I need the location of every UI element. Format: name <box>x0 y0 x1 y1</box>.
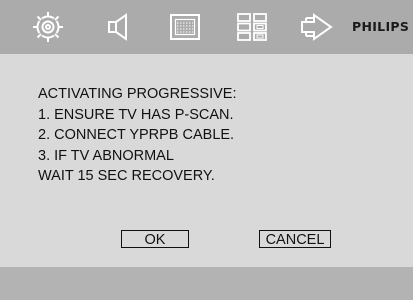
speaker-icon[interactable] <box>102 9 138 45</box>
message-line: 2. CONNECT YPRPB CABLE. <box>38 127 235 143</box>
message-line: ACTIVATING PROGRESSIVE: <box>38 86 237 102</box>
gear-icon[interactable] <box>30 9 66 45</box>
brand-logo: PHILIPS <box>352 19 410 34</box>
display-icon[interactable] <box>167 9 203 45</box>
grid-icon[interactable] <box>234 9 270 45</box>
message-line: 3. IF TV ABNORMAL <box>38 147 174 164</box>
dialog-message: ACTIVATING PROGRESSIVE: 1. ENSURE TV HAS… <box>38 84 236 187</box>
arrow-right-icon[interactable] <box>299 9 335 45</box>
ok-button[interactable]: OK <box>121 230 189 248</box>
osd-screen: PHILIPS ACTIVATING PROGRESSIVE: 1. ENSUR… <box>0 0 413 300</box>
message-line: WAIT 15 SEC RECOVERY. <box>38 168 215 184</box>
dialog-panel: ACTIVATING PROGRESSIVE: 1. ENSURE TV HAS… <box>0 54 413 267</box>
bottom-bar <box>0 267 413 300</box>
message-line: 1. ENSURE TV HAS P-SCAN. <box>38 106 234 123</box>
menu-toolbar: PHILIPS <box>0 0 413 54</box>
cancel-button[interactable]: CANCEL <box>259 230 331 248</box>
